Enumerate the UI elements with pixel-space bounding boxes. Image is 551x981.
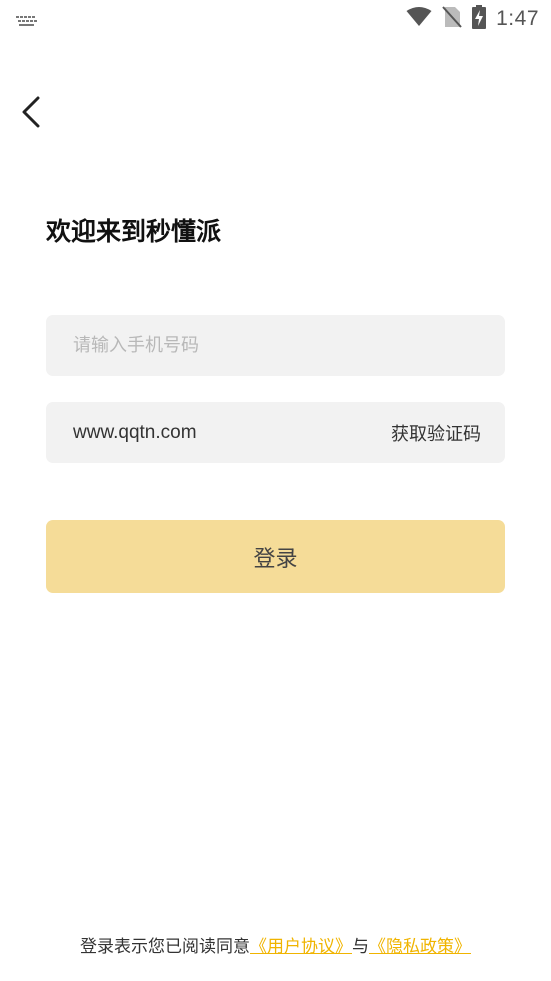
no-sim-icon (442, 5, 462, 33)
verification-code-field: 获取验证码 (46, 402, 505, 463)
phone-input[interactable] (46, 315, 505, 376)
verification-code-input[interactable] (46, 402, 346, 463)
keyboard-icon (16, 12, 38, 31)
user-agreement-link[interactable]: 《用户协议》 (250, 937, 352, 957)
privacy-policy-link[interactable]: 《隐私政策》 (369, 937, 471, 957)
page-title: 欢迎来到秒懂派 (46, 217, 222, 246)
battery-charging-icon (472, 5, 487, 33)
agreement-text: 登录表示您已阅读同意《用户协议》与《隐私政策》 (0, 932, 551, 957)
phone-field (46, 315, 505, 376)
status-time: 1:47 (496, 7, 539, 30)
back-button[interactable] (14, 94, 48, 134)
status-bar: 1:47 (0, 0, 551, 38)
agreement-prefix: 登录表示您已阅读同意 (80, 937, 250, 957)
wifi-icon (406, 7, 432, 31)
get-code-button[interactable]: 获取验证码 (391, 402, 481, 463)
login-button[interactable]: 登录 (46, 520, 505, 593)
agreement-conjunction: 与 (352, 937, 369, 957)
chevron-left-icon (20, 95, 42, 133)
